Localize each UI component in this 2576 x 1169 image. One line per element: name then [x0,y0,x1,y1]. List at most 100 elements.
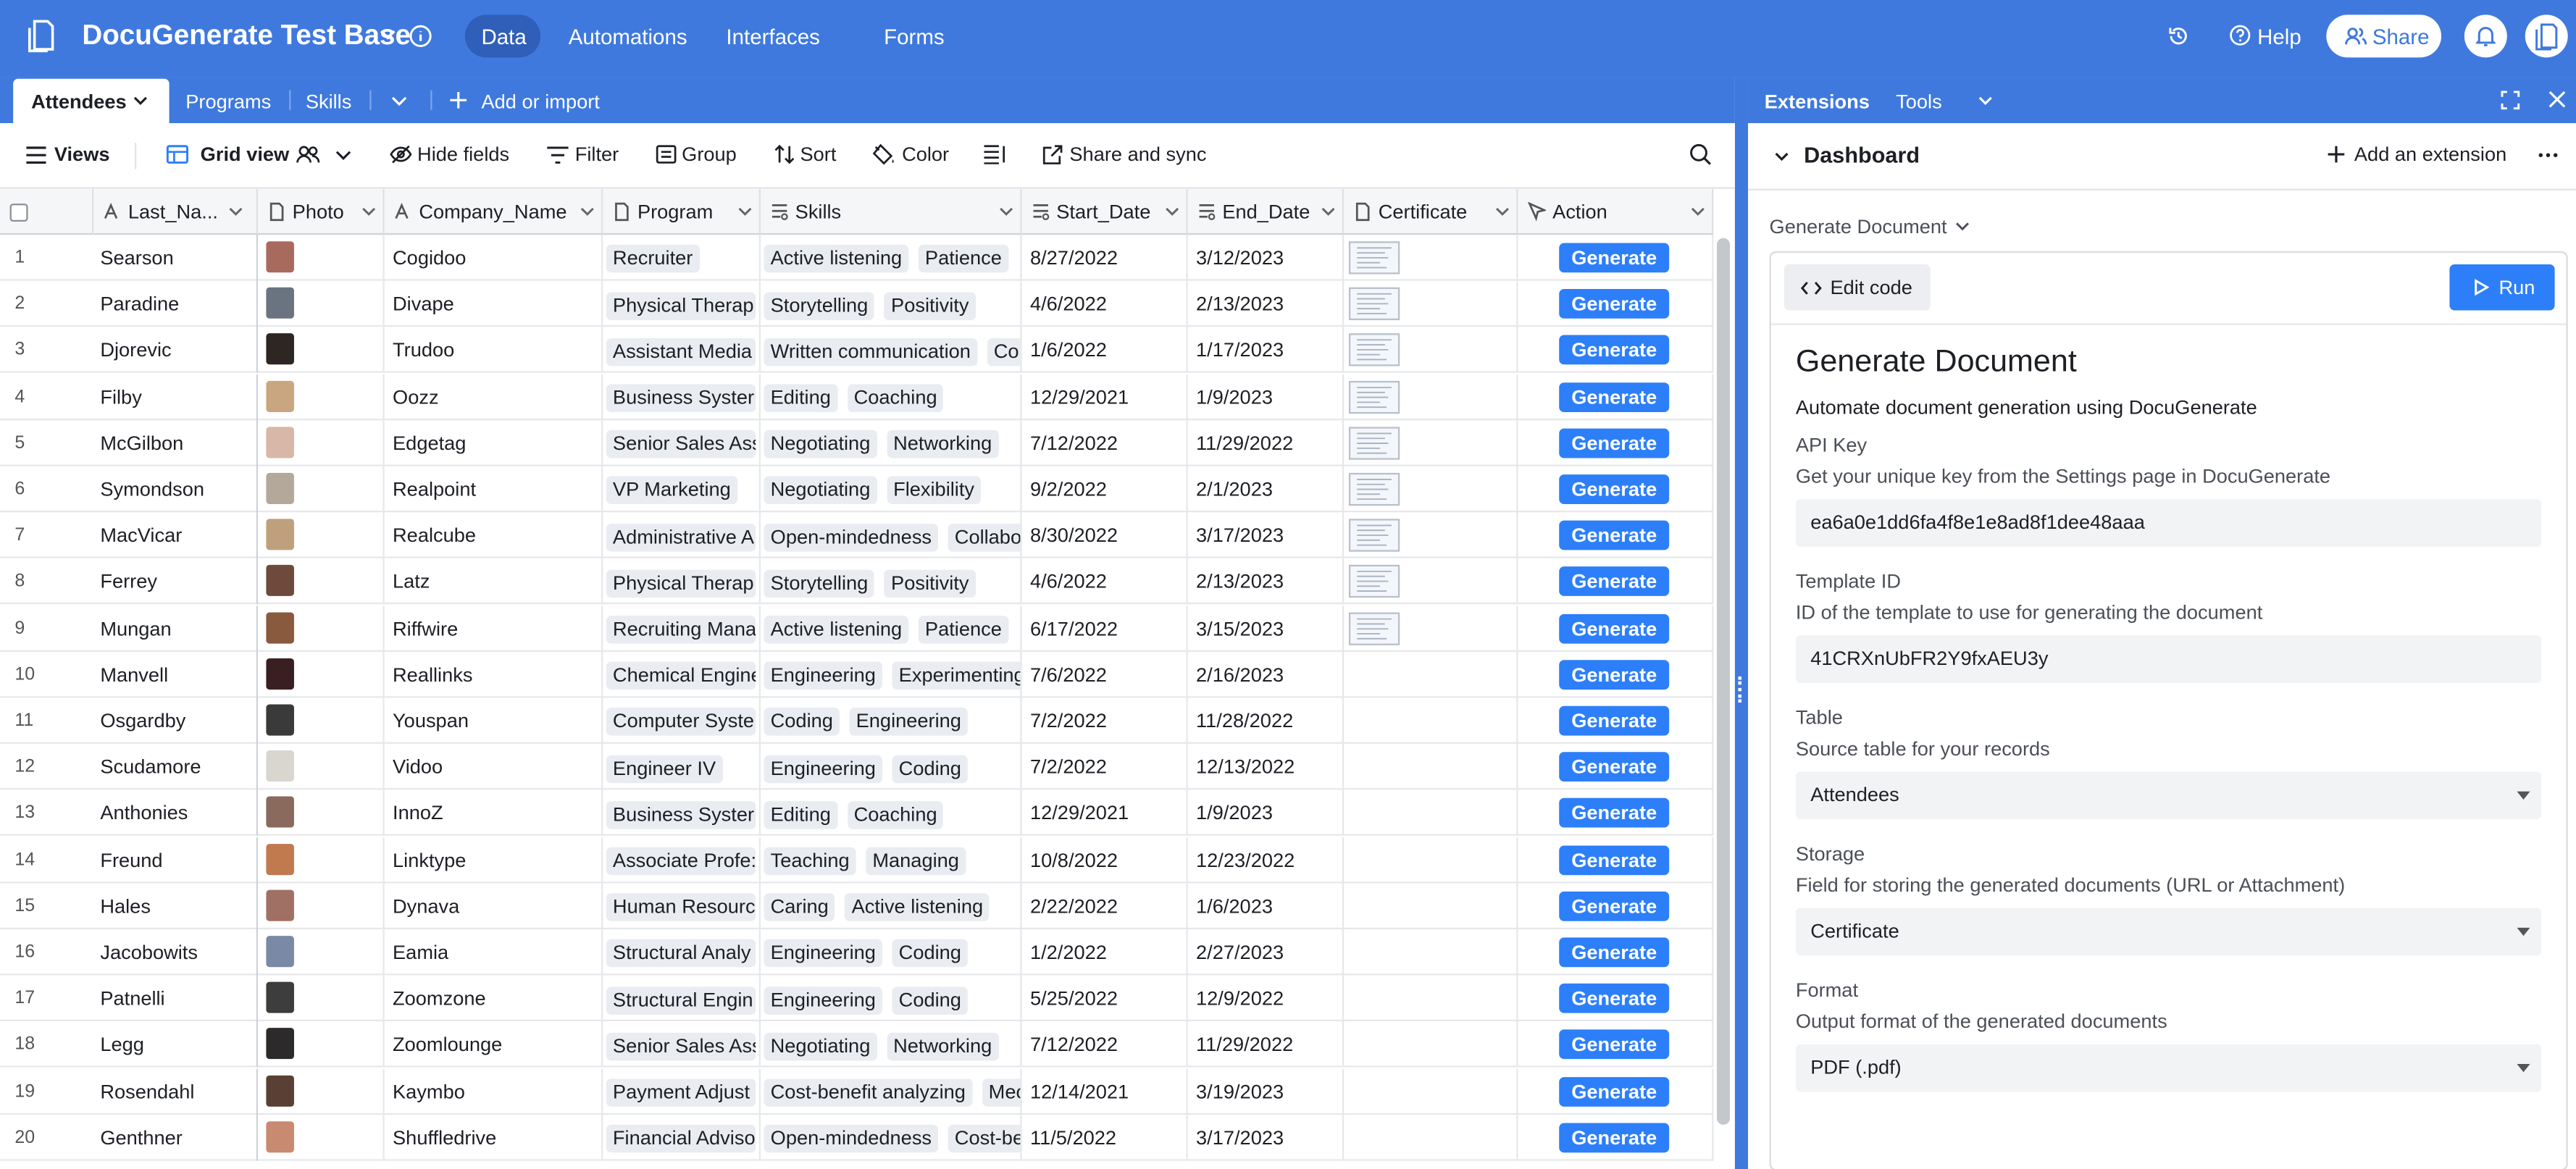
cell-photo[interactable] [258,466,385,513]
photo-thumbnail[interactable] [266,288,294,319]
cell-start-date[interactable]: 9/2/2022 [1022,466,1188,513]
cell-program[interactable]: Recruiter [603,235,761,281]
nav-interfaces[interactable]: Interfaces [726,25,819,49]
cell-company[interactable]: Youspan [385,697,603,744]
cell-start-date[interactable]: 8/27/2022 [1022,235,1188,281]
cell-company[interactable]: Reallinks [385,651,603,697]
help-button[interactable]: Help [2257,25,2301,49]
cell-end-date[interactable]: 2/13/2023 [1188,281,1345,327]
cell-photo[interactable] [258,605,385,652]
cell-certificate[interactable] [1344,235,1518,281]
cell-program[interactable]: Senior Sales Ass [603,419,761,466]
chevron-down-icon[interactable] [1978,95,1993,106]
all-tables-chevron-icon[interactable] [391,95,408,106]
resize-handle[interactable] [1738,676,1743,703]
cell-company[interactable]: Oozz [385,373,603,420]
table-row[interactable]: 16 Jacobowits Eamia Structural Analy Enginee… [0,929,1714,976]
chevron-down-icon[interactable] [999,207,1013,217]
column-header[interactable]: Certificate [1344,188,1518,235]
generate-button[interactable]: Generate [1559,798,1670,829]
cell-certificate[interactable] [1344,1068,1518,1115]
cell-skills[interactable]: Storytelling Positivity [761,281,1022,327]
photo-thumbnail[interactable] [266,472,294,504]
cell-certificate[interactable] [1344,466,1518,513]
views-button[interactable]: Views [54,143,110,166]
table-row[interactable]: 18 Legg Zoomlounge Senior Sales Ass Negotiat… [0,1021,1714,1068]
cell-company[interactable]: Eamia [385,929,603,976]
table-row[interactable]: 7 MacVicar Realcube Administrative A Open-mi… [0,512,1714,559]
field-input[interactable]: 41CRXnUbFR2Y9fxAEU3y [1795,635,2542,684]
tab-tools[interactable]: Tools [1896,91,1942,114]
cell-program[interactable]: Business Syster [603,790,761,837]
generate-button[interactable]: Generate [1559,382,1670,412]
field-select[interactable]: Attendees [1795,771,2542,820]
column-header[interactable]: Skills [761,188,1022,235]
select-all-checkbox[interactable] [9,204,28,222]
cell-certificate[interactable] [1344,790,1518,837]
cell-company[interactable]: Realpoint [385,466,603,513]
cell-last-name[interactable]: MacVicar [93,512,259,559]
cell-program[interactable]: Associate Profe: [603,837,761,883]
cell-end-date[interactable]: 2/1/2023 [1188,466,1345,513]
cell-program[interactable]: VP Marketing [603,466,761,513]
cell-company[interactable]: Realcube [385,512,603,559]
base-icon[interactable] [28,20,54,53]
cell-skills[interactable]: Written communication Co [761,327,1022,374]
nav-data-label[interactable]: Data [481,25,526,49]
cell-last-name[interactable]: Patnelli [93,975,259,1022]
base-name[interactable]: DocuGenerate Test Base [82,20,411,52]
cell-company[interactable]: Latz [385,558,603,606]
cell-start-date[interactable]: 6/17/2022 [1022,605,1188,652]
cell-photo[interactable] [258,651,385,697]
cell-program[interactable]: Administrative A [603,512,761,559]
cell-certificate[interactable] [1344,512,1518,559]
cell-start-date[interactable]: 8/30/2022 [1022,512,1188,559]
cell-start-date[interactable]: 2/22/2022 [1022,883,1188,929]
cell-certificate[interactable] [1344,697,1518,744]
cell-program[interactable]: Senior Sales Ass [603,1021,761,1068]
collaborators-icon[interactable] [296,144,320,164]
search-icon[interactable] [1689,143,1712,166]
photo-thumbnail[interactable] [266,658,294,690]
hamburger-icon[interactable] [26,146,46,164]
cell-program[interactable]: Computer Syste [603,697,761,744]
photo-thumbnail[interactable] [266,1120,294,1152]
cell-program[interactable]: Structural Analy [603,929,761,976]
column-header[interactable]: Company_Name [384,188,603,235]
cell-certificate[interactable] [1344,373,1518,420]
cell-last-name[interactable]: Osgardby [93,697,259,744]
cell-program[interactable]: Chemical Engine [603,651,761,697]
cell-program[interactable]: Recruiting Mana [603,605,761,652]
tab-programs[interactable]: Programs [185,91,271,114]
cell-company[interactable]: Edgetag [385,419,603,466]
cell-photo[interactable] [258,558,385,606]
chevron-down-icon[interactable] [1321,207,1335,217]
cell-photo[interactable] [258,1068,385,1115]
table-row[interactable]: 11 Osgardby Youspan Computer Syste Coding Eng… [0,697,1714,744]
cell-photo[interactable] [258,744,385,790]
cell-photo[interactable] [258,235,385,281]
cell-photo[interactable] [258,697,385,744]
generate-button[interactable]: Generate [1559,1123,1670,1152]
cell-skills[interactable]: Coding Engineering [761,697,1022,744]
generate-button[interactable]: Generate [1559,566,1670,597]
cell-certificate[interactable] [1344,327,1518,374]
cell-last-name[interactable]: Scudamore [93,744,259,790]
add-extension-button[interactable]: Add an extension [2354,143,2506,166]
cell-end-date[interactable]: 2/16/2023 [1188,651,1345,697]
cell-company[interactable]: InnoZ [385,790,603,837]
cell-company[interactable]: Riffwire [385,605,603,652]
cell-skills[interactable]: Storytelling Positivity [761,558,1022,606]
table-row[interactable]: 2 Paradine Divape Physical Therap Storytelli… [0,281,1714,327]
run-button[interactable]: Run [2449,264,2555,311]
share-external-icon[interactable] [1042,144,1063,165]
cell-end-date[interactable]: 12/13/2022 [1188,744,1345,790]
table-row[interactable]: 8 Ferrey Latz Physical Therap Storytelling Po… [0,558,1714,606]
generate-button[interactable]: Generate [1559,1030,1670,1060]
cell-end-date[interactable]: 2/13/2023 [1188,558,1345,606]
certificate-thumbnail[interactable] [1348,380,1400,414]
table-row[interactable]: 12 Scudamore Vidoo Engineer IV Engineering Co… [0,744,1714,790]
info-icon[interactable] [409,25,432,48]
cell-start-date[interactable]: 5/25/2022 [1022,975,1188,1022]
table-row[interactable]: 14 Freund Linktype Associate Profe: Teaching… [0,837,1714,883]
